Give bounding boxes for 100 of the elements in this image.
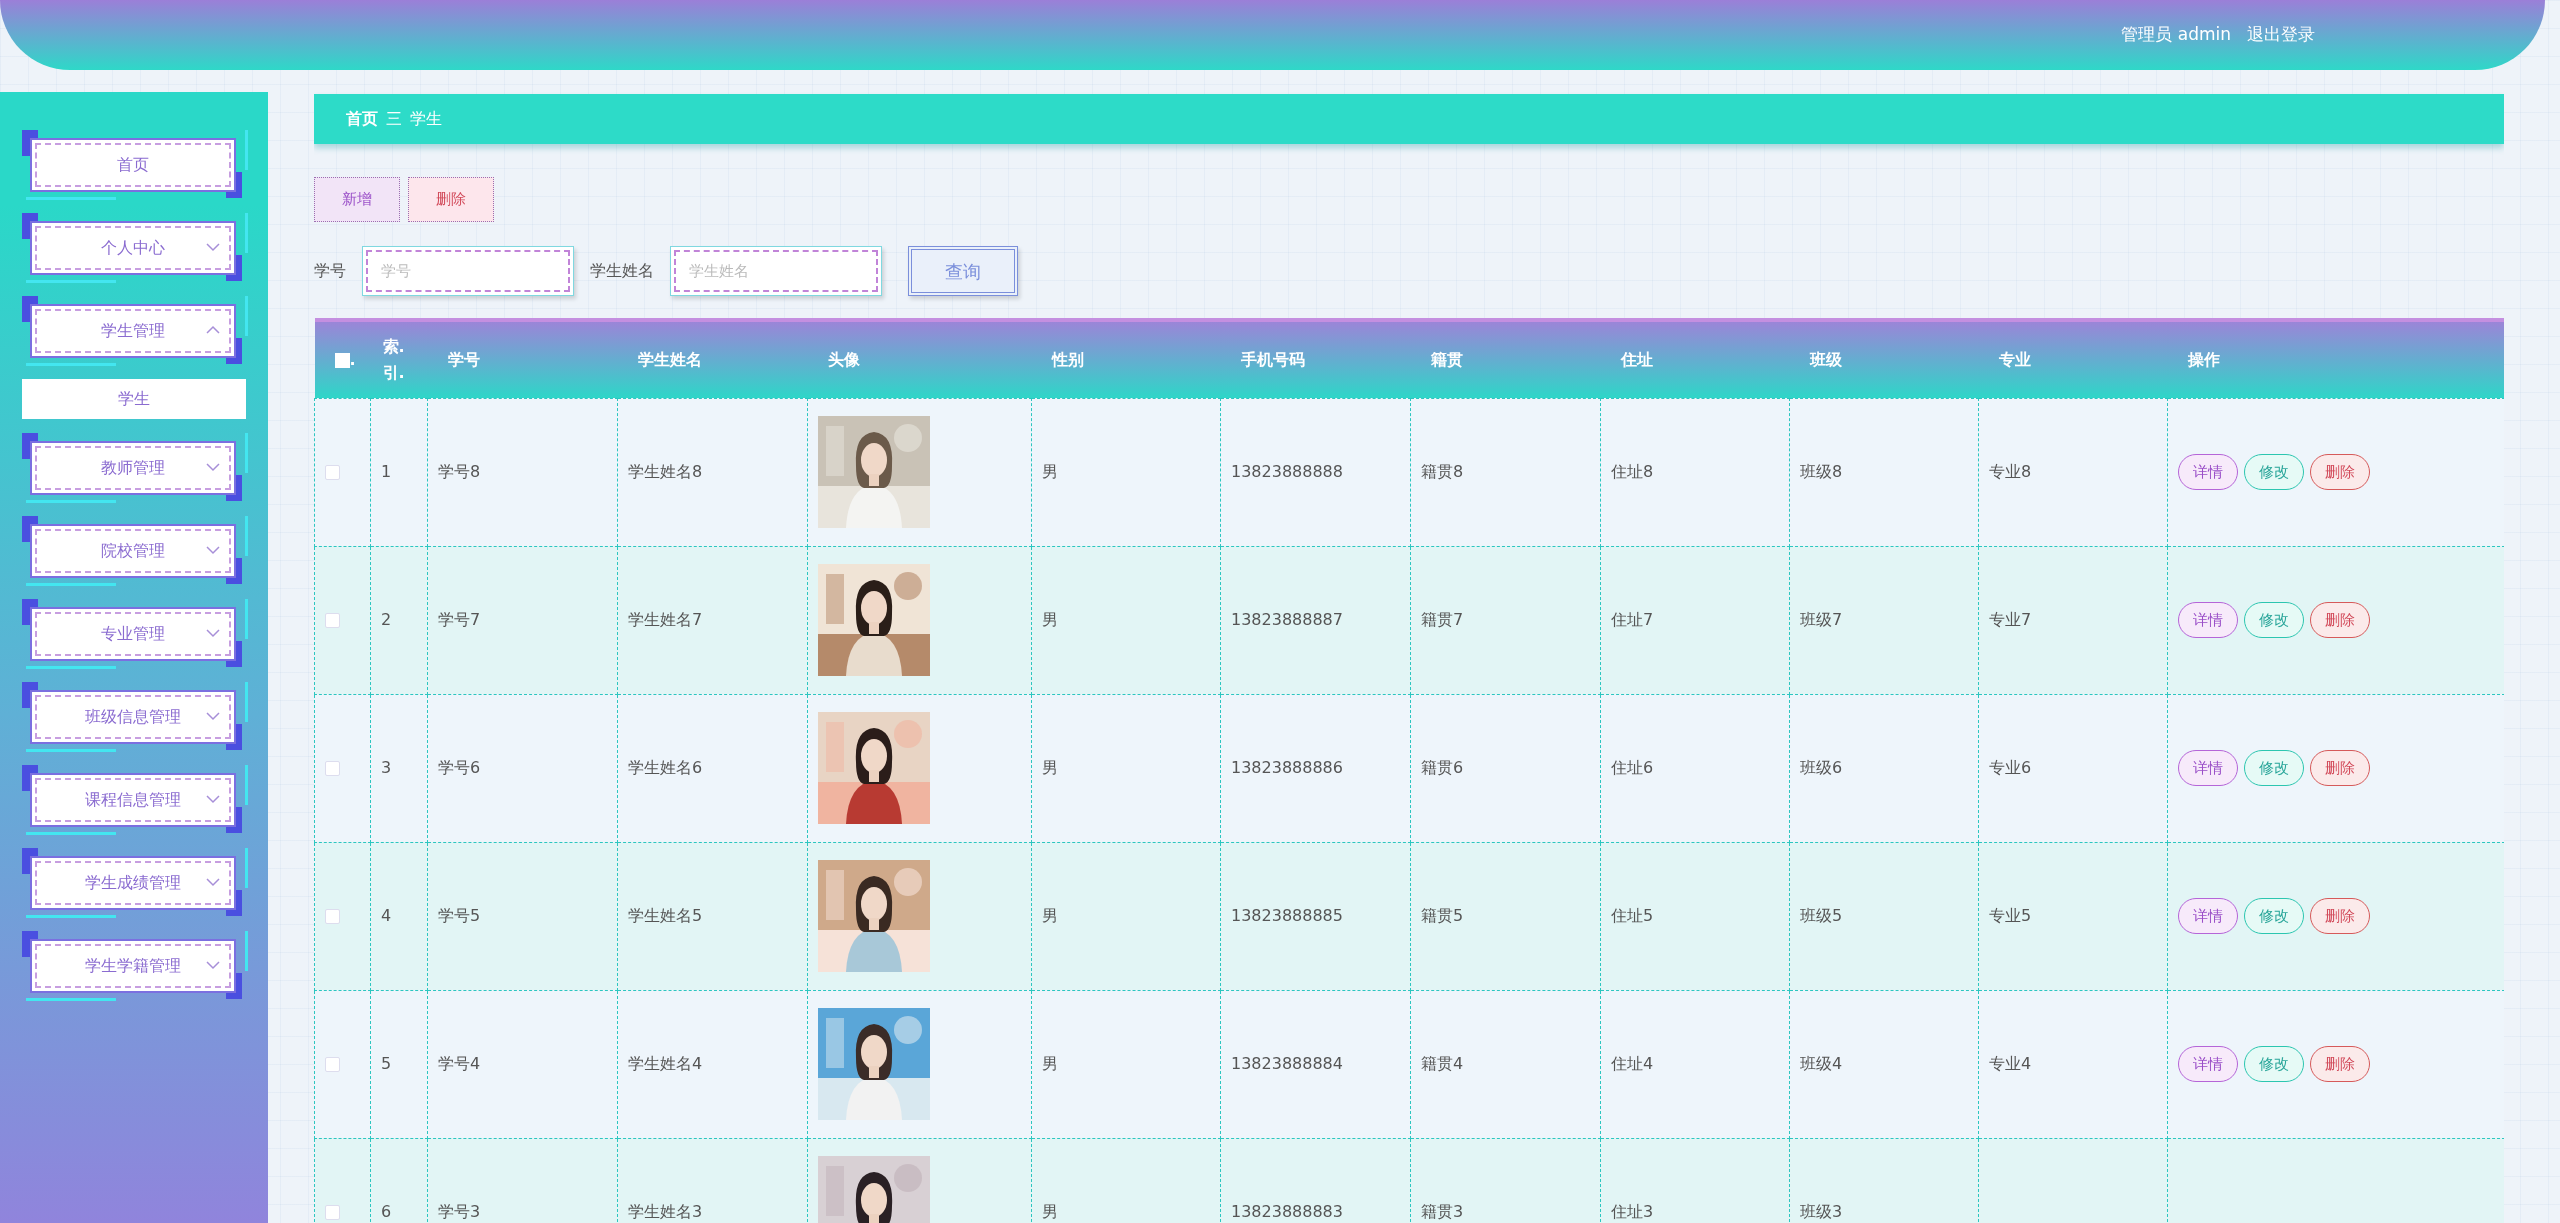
table-cell: 籍贯7 [1421,610,1464,629]
table-cell: 专业5 [1989,906,2032,925]
sidebar-menu-item[interactable]: 班级信息管理 [22,682,248,752]
column-header: 头像 [827,349,860,369]
table-cell: 学生姓名3 [628,1202,703,1221]
column-header: 手机号码 [1240,349,1305,369]
sidebar-menu-item[interactable]: 学生学籍管理 [22,931,248,1001]
edit-button[interactable]: 修改 [2244,1046,2304,1082]
table-cell: 13823888883 [1231,1202,1343,1221]
table-cell: 13823888888 [1231,462,1343,481]
table-cell: 学号4 [438,1054,481,1073]
column-header: 班级 [1809,349,1842,369]
sidebar-menu-item[interactable]: 教师管理 [22,433,248,503]
table-cell: 男 [1042,462,1058,481]
table-cell: 班级6 [1800,758,1843,777]
row-checkbox[interactable] [325,761,340,776]
table-cell: 住址8 [1611,462,1654,481]
detail-button[interactable]: 详情 [2178,750,2238,786]
search-label: 学号 [314,260,346,282]
row-checkbox[interactable] [325,465,340,480]
table-cell: 专业8 [1989,462,2032,481]
table-cell: 学生姓名6 [628,758,703,777]
sidebar-menu-item[interactable]: 个人中心 [22,213,248,283]
table-cell: 男 [1042,1054,1058,1073]
table-cell: 住址4 [1611,1054,1654,1073]
table-cell: 13823888886 [1231,758,1343,777]
table-cell: 籍贯8 [1421,462,1464,481]
sidebar-menu-item[interactable]: 专业管理 [22,599,248,669]
sidebar-menu-item[interactable]: 首页 [22,130,248,200]
table-cell: 学号5 [438,906,481,925]
table-cell: 学号8 [438,462,481,481]
sidebar-submenu-item[interactable]: 学生 [22,379,246,419]
column-header: 籍贯 [1430,349,1463,369]
sidebar-menu-item[interactable]: 学生管理 [22,296,248,366]
table-cell: 籍贯3 [1421,1202,1464,1221]
table-cell: 专业6 [1989,758,2032,777]
table-cell: 4 [381,906,392,925]
detail-button[interactable]: 详情 [2178,898,2238,934]
table-cell: 男 [1042,610,1058,629]
table-cell: 住址5 [1611,906,1654,925]
delete-button[interactable]: 删除 [2310,1046,2370,1082]
column-header: 专业 [1998,349,2031,369]
delete-button[interactable]: 删除 [408,177,494,222]
table-cell: 学号7 [438,610,481,629]
table-cell: 学生姓名8 [628,462,703,481]
table-cell: 13823888884 [1231,1054,1343,1073]
select-all-checkbox[interactable] [334,352,350,368]
table-cell: 男 [1042,906,1058,925]
logout-link[interactable]: 退出登录 [2247,22,2315,48]
table-cell: 住址7 [1611,610,1654,629]
table-cell: 班级3 [1800,1202,1843,1221]
row-checkbox[interactable] [325,613,340,628]
edit-button[interactable]: 修改 [2244,454,2304,490]
table-cell: 专业4 [1989,1054,2032,1073]
table-cell: 男 [1042,758,1058,777]
table-cell: 学生姓名5 [628,906,703,925]
add-button[interactable]: 新增 [314,177,400,222]
search-button[interactable]: 查询 [908,246,1018,296]
table-cell: 男 [1042,1202,1058,1221]
breadcrumb-separator: 三 [386,108,402,130]
table-cell: 籍贯5 [1421,906,1464,925]
table-cell: 6 [381,1202,392,1221]
detail-button[interactable]: 详情 [2178,454,2238,490]
delete-button[interactable]: 删除 [2310,898,2370,934]
breadcrumb-current: 学生 [410,108,442,130]
row-checkbox[interactable] [325,909,340,924]
sidebar-menu-item[interactable]: 课程信息管理 [22,765,248,835]
search-label: 学生姓名 [590,260,654,282]
table-cell: 1 [381,462,392,481]
edit-button[interactable]: 修改 [2244,750,2304,786]
table-cell: 籍贯4 [1421,1054,1464,1073]
admin-user-label: 管理员 admin [2121,23,2231,47]
edit-button[interactable]: 修改 [2244,602,2304,638]
column-header: 索.引. [382,336,406,384]
delete-button[interactable]: 删除 [2310,750,2370,786]
header-mark: . [349,349,356,369]
column-header: 性别 [1051,349,1084,369]
search-field[interactable]: 学号 [362,246,574,296]
table-cell: 13823888885 [1231,906,1343,925]
detail-button[interactable]: 详情 [2178,1046,2238,1082]
table-cell: 班级7 [1800,610,1843,629]
row-checkbox[interactable] [325,1205,340,1220]
table-cell: 班级4 [1800,1054,1843,1073]
column-header: 操作 [2187,349,2220,369]
table-cell: 学号3 [438,1202,481,1221]
table-cell: 3 [381,758,392,777]
table-cell: 班级8 [1800,462,1843,481]
edit-button[interactable]: 修改 [2244,898,2304,934]
table-cell: 籍贯6 [1421,758,1464,777]
table-cell: 住址3 [1611,1202,1654,1221]
delete-button[interactable]: 删除 [2310,454,2370,490]
sidebar-menu-item[interactable]: 学生成绩管理 [22,848,248,918]
detail-button[interactable]: 详情 [2178,602,2238,638]
delete-button[interactable]: 删除 [2310,602,2370,638]
table-cell: 学生姓名4 [628,1054,703,1073]
search-field[interactable]: 学生姓名 [670,246,882,296]
table-cell: 专业7 [1989,610,2032,629]
column-header: 学号 [447,349,480,369]
sidebar-menu-item[interactable]: 院校管理 [22,516,248,586]
row-checkbox[interactable] [325,1057,340,1072]
